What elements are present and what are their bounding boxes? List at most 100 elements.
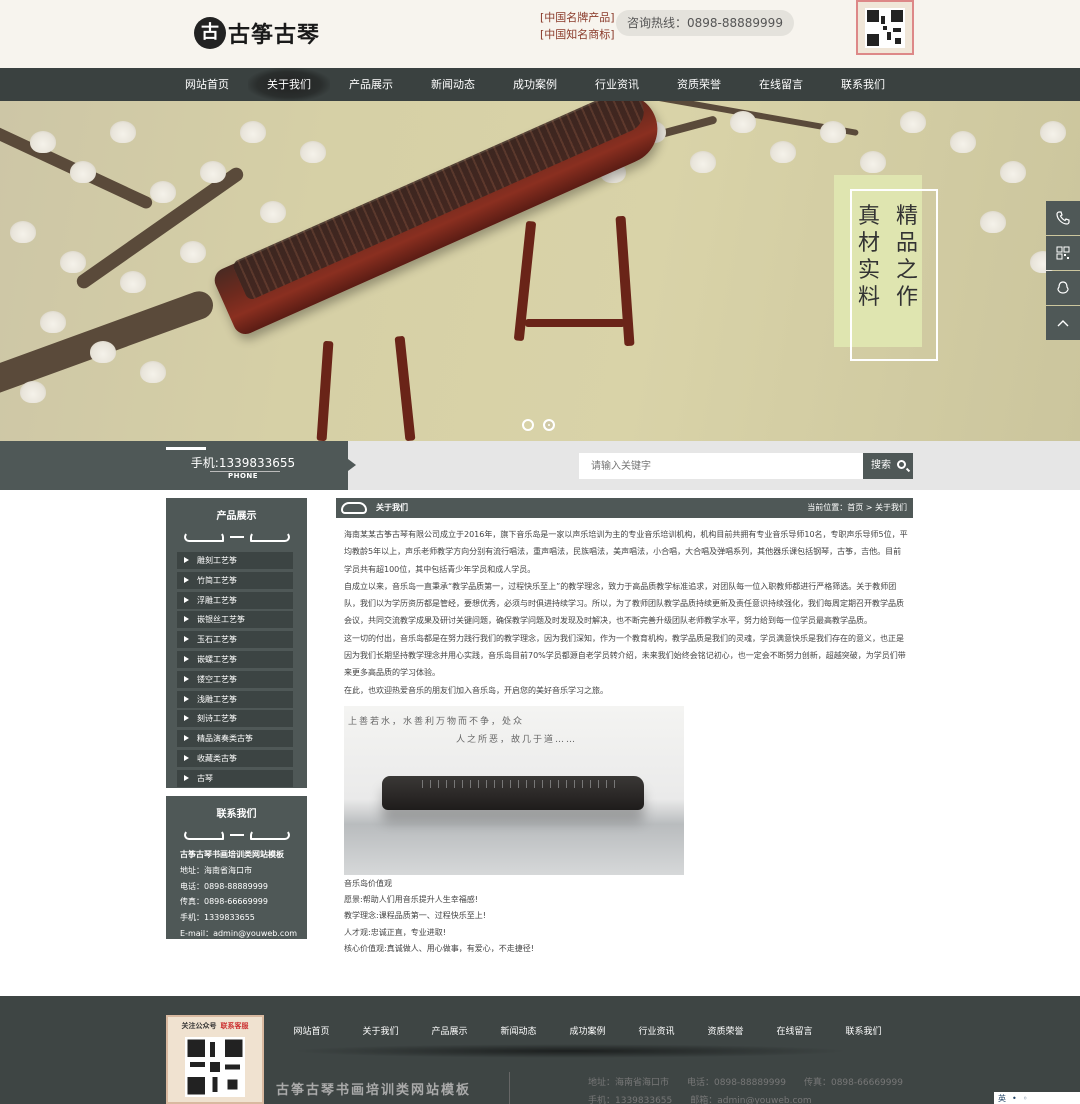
nav-item[interactable]: 关于我们 [248, 68, 330, 101]
qrcode-icon[interactable] [1046, 236, 1080, 270]
nav-item[interactable]: 新闻动态 [412, 68, 494, 101]
footer-mobile: 手机：1339833655 [588, 1096, 673, 1104]
nav-item[interactable]: 在线留言 [740, 68, 822, 101]
footer-nav-item[interactable]: 成功案例 [553, 1024, 622, 1037]
breadcrumb: 当前位置：首页 > 关于我们 [807, 503, 907, 512]
magnolia-flower [120, 271, 146, 293]
sidebar-item[interactable]: 刻诗工艺筝 [177, 710, 293, 728]
search-bar: 手机:1339833655 PHONE 搜索 [0, 441, 1080, 490]
footer-nav-item[interactable]: 联系我们 [829, 1024, 898, 1037]
sidebar-item[interactable]: 精品演奏类古筝 [177, 730, 293, 748]
magnolia-flower [140, 361, 166, 383]
site-logo[interactable]: 古 古筝古琴 [194, 14, 320, 52]
poem-line: 上善若水，水善利万物而不争，处众 [348, 717, 525, 727]
guzheng-image [382, 776, 644, 810]
nav-item[interactable]: 网站首页 [166, 68, 248, 101]
nav-item[interactable]: 成功案例 [494, 68, 576, 101]
slogan-text: 精品之作 真材实料 [858, 203, 918, 311]
sidebar-item[interactable]: 嵌螺工艺筝 [177, 650, 293, 668]
sidebar-item[interactable]: 竹简工艺筝 [177, 571, 293, 589]
magnolia-flower [860, 151, 886, 173]
contact-line: 传真：0898-66669999 [180, 897, 268, 907]
footer-email: 邮箱：admin@youweb.com [690, 1096, 812, 1104]
brand-tag: [中国知名商标] [540, 28, 615, 41]
nav-item[interactable]: 行业资讯 [576, 68, 658, 101]
footer-nav-item[interactable]: 新闻动态 [484, 1024, 553, 1037]
hero-banner: 精品之作 真材实料 [0, 101, 1080, 441]
magnolia-flower [690, 151, 716, 173]
cloud-icon [341, 502, 367, 514]
sidebar-item[interactable]: 雕刻工艺筝 [177, 552, 293, 569]
values-list: 音乐岛价值观 愿景:帮助人们用音乐提升人生幸福感! 教学理念:课程品质第一、过程快乐… [344, 876, 534, 957]
magnolia-flower [150, 181, 176, 203]
search-button[interactable]: 搜索 [863, 453, 913, 479]
magnolia-flower [240, 121, 266, 143]
ornament [166, 528, 307, 546]
footer-contact: 地址：海南省海口市 电话：0898-88889999 传真：0898-6666999… [588, 1074, 921, 1104]
search-input[interactable] [579, 453, 864, 479]
sidebar-item[interactable]: 古琴 [177, 769, 293, 787]
phone-number: 手机:1339833655 [190, 456, 296, 470]
value-line: 人才观:忠诚正直，专业进取! [344, 927, 446, 937]
magnolia-flower [60, 251, 86, 273]
footer-nav-item[interactable]: 关于我们 [346, 1024, 415, 1037]
slogan-column: 精品之作 [896, 203, 918, 311]
magnolia-flower [900, 111, 926, 133]
back-to-top-icon[interactable] [1046, 306, 1080, 340]
sidebar-item[interactable]: 玉石工艺筝 [177, 631, 293, 649]
footer-nav-item[interactable]: 网站首页 [277, 1024, 346, 1037]
logo-mark: 古 [194, 17, 226, 49]
footer-nav-item[interactable]: 资质荣誉 [691, 1024, 760, 1037]
contact-line: 手机：1339833655 [180, 913, 255, 923]
nav-item[interactable]: 联系我们 [822, 68, 904, 101]
sidebar-item[interactable]: 镂空工艺筝 [177, 670, 293, 688]
nav-item[interactable]: 资质荣誉 [658, 68, 740, 101]
site-footer: 关注公众号 联系客服 网站首页 关于我们 产品展示 新闻动态 成功案例 行业资讯 资质荣誉 在线… [0, 996, 1080, 1104]
qq-icon[interactable] [1046, 271, 1080, 305]
brand-tags: [中国名牌产品] [中国知名商标] [540, 9, 615, 43]
mic-icon: ◦ [1022, 1093, 1028, 1103]
divider [290, 1044, 850, 1058]
slogan-char: 实 [858, 258, 881, 283]
contact-box: 联系我们 古筝古琴书画培训类网站模板 地址：海南省海口市 电话：0898-8888… [166, 796, 307, 939]
poem-line: 人之所恶，故几于道…… [456, 735, 578, 745]
magnolia-flower [300, 141, 326, 163]
slider-dot[interactable] [522, 419, 534, 431]
magnolia-flower [180, 241, 206, 263]
magnolia-flower [30, 131, 56, 153]
magnolia-flower [70, 161, 96, 183]
magnolia-flower [40, 311, 66, 333]
sidebar-item[interactable]: 收藏类古筝 [177, 749, 293, 767]
contact-line: E-mail：admin@youweb.com [180, 928, 298, 938]
guzheng-stand [394, 335, 416, 441]
footer-nav-item[interactable]: 产品展示 [415, 1024, 484, 1037]
sidebar-item[interactable]: 浮雕工艺筝 [177, 591, 293, 609]
guzheng-stand [316, 340, 334, 441]
ime-toolbar[interactable]: 英 • ◦ [994, 1092, 1080, 1104]
contact-line: 电话：0898-88889999 [180, 881, 268, 891]
search-button-label: 搜索 [871, 460, 891, 471]
magnolia-flower [730, 111, 756, 133]
footer-fax: 传真：0898-66669999 [803, 1078, 903, 1088]
magnolia-flower [1000, 161, 1026, 183]
footer-nav-item[interactable]: 行业资讯 [622, 1024, 691, 1037]
phone-icon[interactable] [1046, 201, 1080, 235]
sidebar-title: 产品展示 [216, 511, 257, 522]
article-image: 上善若水，水善利万物而不争，处众 人之所恶，故几于道…… [344, 706, 684, 875]
nav-item[interactable]: 产品展示 [330, 68, 412, 101]
slider-dot-active[interactable] [543, 419, 555, 431]
slider-dots [522, 419, 555, 431]
sidebar-item[interactable]: 嵌银丝工艺筝 [177, 611, 293, 629]
section-title: 关于我们 [376, 503, 408, 512]
logo-text: 古筝古琴 [228, 22, 321, 48]
footer-brand: 古筝古琴书画培训类网站模板 [276, 1083, 472, 1098]
article-body: 海南某某古筝古琴有限公司成立于2016年，旗下音乐岛是一家以声乐培训为主的专业音… [344, 526, 909, 699]
sidebar-item[interactable]: 浅雕工艺筝 [177, 690, 293, 708]
footer-nav-item[interactable]: 在线留言 [760, 1024, 829, 1037]
qr-heading: 关注公众号 联系客服 [182, 1021, 249, 1031]
divider [509, 1072, 510, 1104]
ornament [166, 826, 307, 844]
guzheng-stand [525, 319, 625, 327]
side-toolbar [1046, 201, 1080, 341]
magnolia-flower [980, 211, 1006, 233]
